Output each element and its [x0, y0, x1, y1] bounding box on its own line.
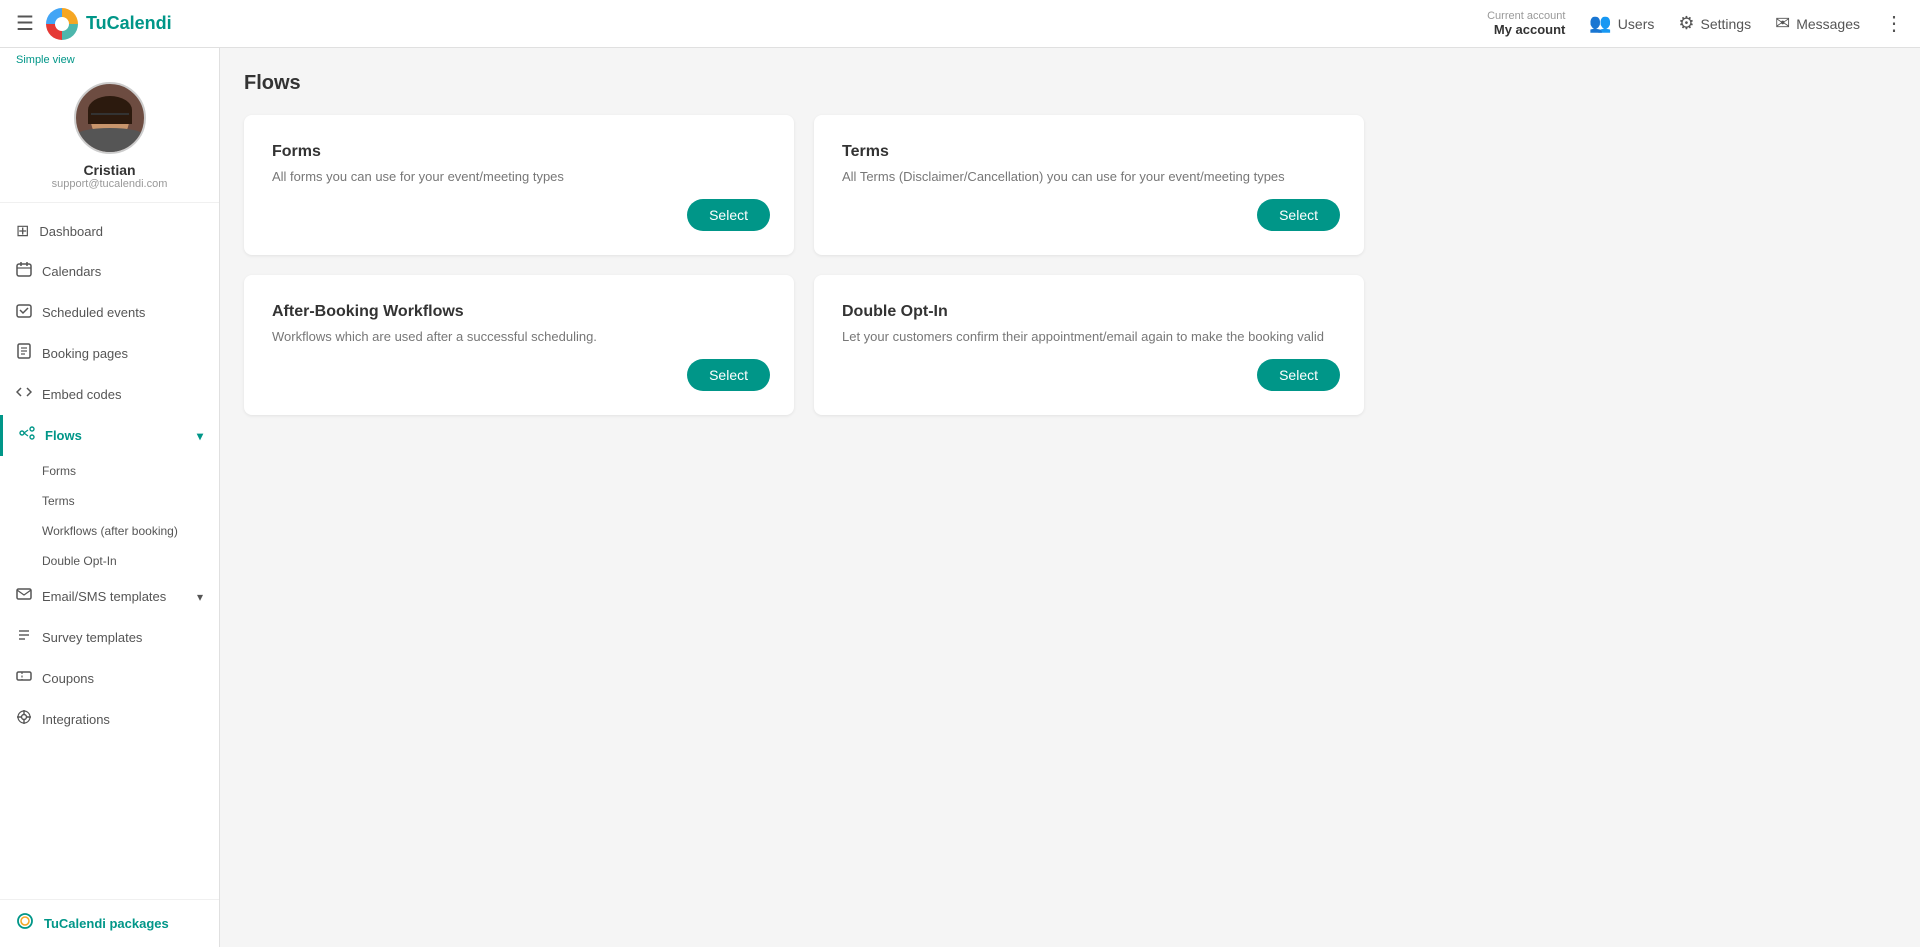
sidebar-item-label: Scheduled events: [42, 305, 203, 320]
account-label: Current account: [1487, 10, 1565, 22]
sidebar-item-label: Coupons: [42, 671, 203, 686]
messages-nav-item[interactable]: ✉ Messages: [1775, 13, 1860, 34]
sidebar-nav: ⊞ Dashboard Calendars Scheduled events: [0, 203, 219, 899]
sidebar-item-survey-templates[interactable]: Survey templates: [0, 617, 219, 658]
email-sms-icon: [16, 586, 32, 607]
terms-card-title: Terms: [842, 143, 1336, 161]
booking-pages-icon: [16, 343, 32, 364]
messages-label: Messages: [1796, 16, 1860, 32]
logo-icon: [46, 8, 78, 40]
settings-label: Settings: [1701, 16, 1752, 32]
profile-email: support@tucalendi.com: [52, 178, 168, 190]
logo-area: TuCalendi: [46, 8, 172, 40]
sidebar-item-calendars[interactable]: Calendars: [0, 251, 219, 292]
navbar: ☰ TuCalendi Current account My account 👥…: [0, 0, 1920, 48]
layout: Simple view Cristian support@tucalendi.c…: [0, 48, 1920, 947]
users-label: Users: [1618, 16, 1655, 32]
dashboard-icon: ⊞: [16, 221, 29, 241]
sidebar-item-dashboard[interactable]: ⊞ Dashboard: [0, 211, 219, 251]
sidebar-item-label: Integrations: [42, 712, 203, 727]
sidebar-item-flows[interactable]: Flows ▾: [0, 415, 219, 456]
scheduled-events-icon: [16, 302, 32, 323]
users-icon: 👥: [1589, 13, 1611, 34]
packages-label: TuCalendi packages: [44, 916, 169, 931]
embed-codes-icon: [16, 384, 32, 405]
forms-card-title: Forms: [272, 143, 766, 161]
sidebar-item-embed-codes[interactable]: Embed codes: [0, 374, 219, 415]
sidebar-item-coupons[interactable]: Coupons: [0, 658, 219, 699]
logo-text: TuCalendi: [86, 13, 172, 34]
avatar: [74, 82, 146, 154]
sidebar-bottom: TuCalendi packages: [0, 899, 219, 947]
settings-icon: ⚙: [1678, 13, 1694, 34]
messages-icon: ✉: [1775, 13, 1790, 34]
double-opt-in-select-button[interactable]: Select: [1257, 359, 1340, 391]
after-booking-card-title: After-Booking Workflows: [272, 303, 766, 321]
terms-select-button[interactable]: Select: [1257, 199, 1340, 231]
sidebar-subitem-workflows[interactable]: Workflows (after booking): [0, 516, 219, 546]
flows-grid: Forms All forms you can use for your eve…: [244, 115, 1364, 415]
sidebar-subitem-terms[interactable]: Terms: [0, 486, 219, 516]
forms-select-button[interactable]: Select: [687, 199, 770, 231]
sidebar-item-label: Dashboard: [39, 224, 203, 239]
nav-account: Current account My account: [1487, 10, 1565, 37]
after-booking-card: After-Booking Workflows Workflows which …: [244, 275, 794, 415]
double-opt-in-card: Double Opt-In Let your customers confirm…: [814, 275, 1364, 415]
coupons-icon: [16, 668, 32, 689]
sidebar-subitem-double-opt-in[interactable]: Double Opt-In: [0, 546, 219, 576]
hamburger-icon[interactable]: ☰: [16, 11, 34, 36]
terms-card: Terms All Terms (Disclaimer/Cancellation…: [814, 115, 1364, 255]
chevron-down-icon: ▾: [197, 429, 203, 443]
more-icon[interactable]: ⋮: [1884, 11, 1904, 36]
sidebar-item-label: Survey templates: [42, 630, 203, 645]
sidebar-item-email-sms[interactable]: Email/SMS templates ▾: [0, 576, 219, 617]
profile-name: Cristian: [83, 162, 135, 178]
sidebar-item-label: Calendars: [42, 264, 203, 279]
flows-icon: [19, 425, 35, 446]
sidebar-item-label: Booking pages: [42, 346, 203, 361]
users-nav-item[interactable]: 👥 Users: [1589, 13, 1654, 34]
after-booking-select-button[interactable]: Select: [687, 359, 770, 391]
simple-view-link[interactable]: Simple view: [0, 48, 219, 66]
account-value: My account: [1494, 22, 1566, 37]
sidebar-subitem-forms[interactable]: Forms: [0, 456, 219, 486]
sidebar-item-integrations[interactable]: Integrations: [0, 699, 219, 740]
tucalendi-packages-item[interactable]: TuCalendi packages: [16, 912, 203, 935]
integrations-icon: [16, 709, 32, 730]
settings-nav-item[interactable]: ⚙ Settings: [1678, 13, 1751, 34]
forms-card: Forms All forms you can use for your eve…: [244, 115, 794, 255]
sidebar-item-label: Embed codes: [42, 387, 203, 402]
navbar-right: Current account My account 👥 Users ⚙ Set…: [1487, 10, 1904, 37]
sidebar-item-label: Flows: [45, 428, 187, 443]
packages-icon: [16, 912, 34, 935]
sidebar-profile: Cristian support@tucalendi.com: [0, 66, 219, 203]
page-title: Flows: [244, 72, 1896, 95]
calendars-icon: [16, 261, 32, 282]
main-content: Flows Forms All forms you can use for yo…: [220, 48, 1920, 947]
sidebar-item-label: Email/SMS templates: [42, 589, 187, 604]
sidebar: Simple view Cristian support@tucalendi.c…: [0, 48, 220, 947]
survey-templates-icon: [16, 627, 32, 648]
double-opt-in-card-title: Double Opt-In: [842, 303, 1336, 321]
sidebar-item-scheduled-events[interactable]: Scheduled events: [0, 292, 219, 333]
navbar-left: ☰ TuCalendi: [16, 8, 172, 40]
chevron-down-icon: ▾: [197, 590, 203, 604]
sidebar-item-booking-pages[interactable]: Booking pages: [0, 333, 219, 374]
